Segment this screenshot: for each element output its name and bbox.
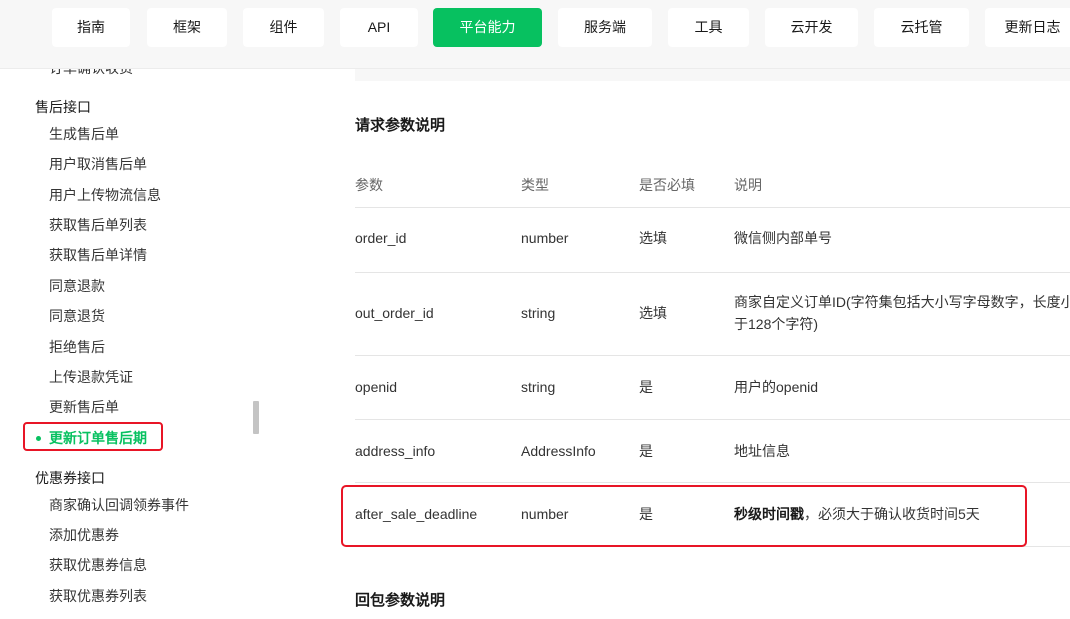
sidebar-item-agree-refund[interactable]: 同意退款 — [49, 276, 105, 296]
sidebar-item-agree-return[interactable]: 同意退货 — [49, 306, 105, 326]
response-params-title: 回包参数说明 — [355, 592, 446, 609]
sidebar-item-create-aftersale[interactable]: 生成售后单 — [49, 124, 119, 144]
sidebar-item-coupon-list[interactable]: 获取优惠券列表 — [49, 586, 147, 606]
sidebar-item-aftersale-list[interactable]: 获取售后单列表 — [49, 215, 147, 235]
sidebar-item-user-cancel-aftersale[interactable]: 用户取消售后单 — [49, 154, 147, 174]
sidebar-item-order-confirm[interactable]: 订单确认收货 — [49, 69, 133, 78]
table-cell-param: openid — [355, 379, 398, 395]
sidebar-scrollbar[interactable] — [253, 401, 259, 434]
nav-tab-cloud-hosting[interactable]: 云托管 — [874, 8, 969, 47]
sidebar-item-coupon-callback[interactable]: 商家确认回调领券事件 — [49, 495, 189, 515]
nav-tab-components[interactable]: 组件 — [243, 8, 324, 47]
table-cell-type: AddressInfo — [521, 443, 596, 459]
table-header-required: 是否必填 — [639, 177, 695, 193]
top-nav-bar: 指南 框架 组件 API 平台能力 服务端 工具 云开发 云托管 更新日志 — [0, 0, 1070, 69]
table-cell-type: string — [521, 379, 556, 395]
nav-tab-framework[interactable]: 框架 — [147, 8, 227, 47]
table-cell-required: 选填 — [639, 305, 667, 321]
table-divider — [355, 355, 1070, 356]
table-cell-type: number — [521, 230, 569, 246]
annotation-box-sidebar — [23, 422, 163, 451]
table-cell-type: string — [521, 305, 556, 321]
nav-tab-changelog[interactable]: 更新日志 — [985, 8, 1070, 47]
sidebar-group-aftersale[interactable]: 售后接口 — [35, 97, 91, 117]
table-divider — [355, 207, 1070, 208]
table-cell-desc-line2: 于128个字符) — [734, 316, 819, 332]
table-cell-required: 选填 — [639, 230, 667, 246]
sidebar-item-coupon-info[interactable]: 获取优惠券信息 — [49, 555, 147, 575]
nav-tab-tools[interactable]: 工具 — [668, 8, 749, 47]
main-content: 请求参数说明 参数 类型 是否必填 说明 order_id number 选填 … — [260, 69, 1070, 619]
nav-tab-platform[interactable]: 平台能力 — [433, 8, 542, 47]
nav-tab-guide[interactable]: 指南 — [52, 8, 130, 47]
table-divider — [355, 482, 1070, 483]
annotation-box-row — [341, 485, 1027, 547]
table-cell-desc-line1: 商家自定义订单ID(字符集包括大小写字母数字，长度小 — [734, 294, 1070, 310]
table-cell-desc: 地址信息 — [734, 443, 790, 459]
sidebar-group-coupon[interactable]: 优惠券接口 — [35, 468, 105, 488]
code-block — [355, 69, 1070, 81]
sidebar-item-aftersale-detail[interactable]: 获取售后单详情 — [49, 245, 147, 265]
table-header-param: 参数 — [355, 177, 383, 193]
nav-tab-server[interactable]: 服务端 — [558, 8, 652, 47]
table-cell-desc: 用户的openid — [734, 379, 819, 395]
table-cell-required: 是 — [639, 379, 653, 395]
sidebar-item-add-coupon[interactable]: 添加优惠券 — [49, 525, 119, 545]
nav-tab-api[interactable]: API — [340, 8, 418, 47]
table-cell-param: out_order_id — [355, 305, 434, 321]
sidebar-item-update-aftersale[interactable]: 更新售后单 — [49, 397, 119, 417]
table-cell-desc: 微信侧内部单号 — [734, 230, 832, 246]
request-params-title: 请求参数说明 — [355, 117, 446, 134]
table-cell-required: 是 — [639, 443, 653, 459]
table-cell-param: address_info — [355, 443, 436, 459]
sidebar-nav: 订单确认收货 售后接口 生成售后单 用户取消售后单 用户上传物流信息 获取售后单… — [0, 69, 252, 619]
docs-page: 指南 框架 组件 API 平台能力 服务端 工具 云开发 云托管 更新日志 订单… — [0, 0, 1070, 619]
table-divider — [355, 419, 1070, 420]
table-header-desc: 说明 — [734, 177, 762, 193]
nav-tab-cloud-dev[interactable]: 云开发 — [765, 8, 858, 47]
table-divider — [355, 272, 1070, 273]
table-header-type: 类型 — [521, 177, 549, 193]
sidebar-item-reject-aftersale[interactable]: 拒绝售后 — [49, 337, 105, 357]
table-cell-param: order_id — [355, 230, 407, 246]
sidebar-item-upload-refund-proof[interactable]: 上传退款凭证 — [49, 367, 133, 387]
sidebar-item-upload-logistics[interactable]: 用户上传物流信息 — [49, 185, 161, 205]
